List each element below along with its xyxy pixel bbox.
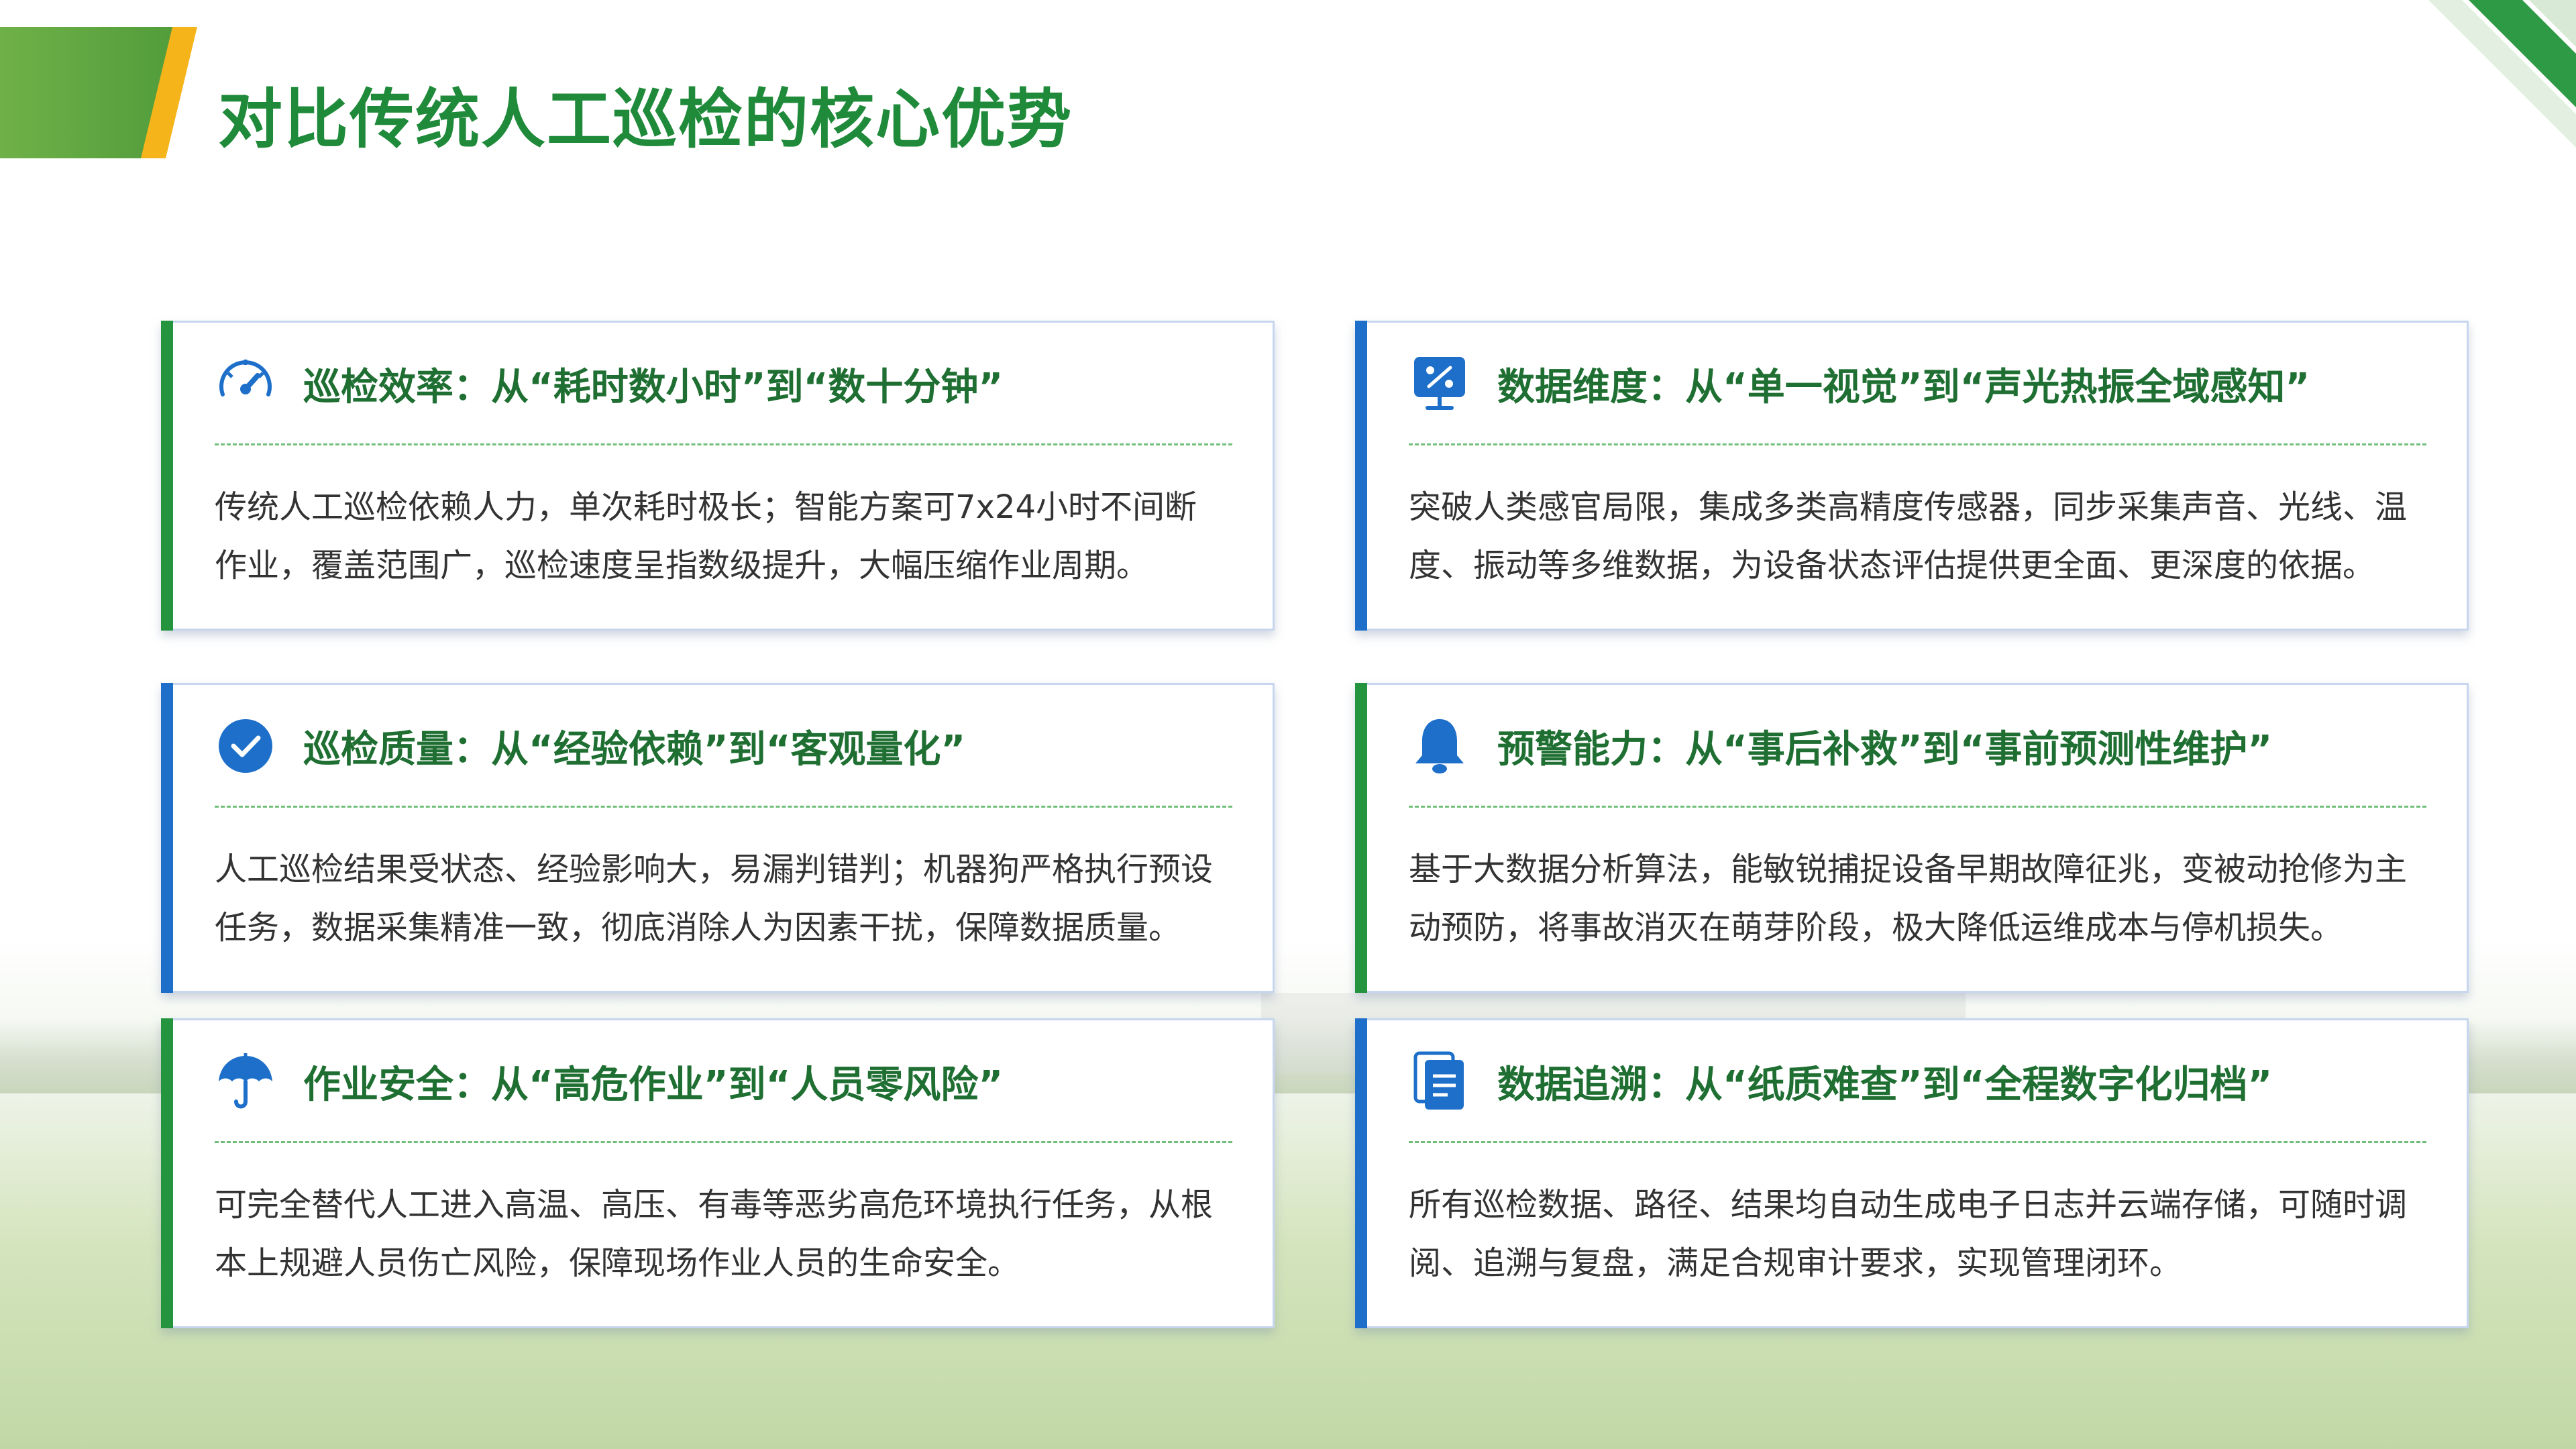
card-title: 数据维度：从“单一视觉”到“声光热振全域感知” bbox=[1497, 365, 2310, 409]
check-circle-icon bbox=[215, 715, 276, 777]
card-header: 数据追溯：从“纸质难查”到“全程数字化归档” bbox=[1409, 1051, 2426, 1112]
card-body: 基于大数据分析算法，能敏锐捕捉设备早期故障征兆，变被动抢修为主动预防，将事故消灭… bbox=[1409, 851, 2408, 947]
card-header: 作业安全：从“高危作业”到“人员零风险” bbox=[215, 1051, 1232, 1112]
card-header: 预警能力：从“事后补救”到“事前预测性维护” bbox=[1409, 716, 2426, 776]
card-title: 数据追溯：从“纸质难查”到“全程数字化归档” bbox=[1497, 1063, 2273, 1107]
divider bbox=[215, 806, 1232, 808]
monitor-chart-icon bbox=[1409, 353, 1470, 415]
speedometer-icon bbox=[215, 353, 276, 415]
divider bbox=[1409, 806, 2426, 808]
card-body: 人工巡检结果受状态、经验影响大，易漏判错判；机器狗严格执行预设任务，数据采集精准… bbox=[215, 851, 1214, 947]
card-body: 可完全替代人工进入高温、高压、有毒等恶劣高危环境执行任务，从根本上规避人员伤亡风… bbox=[215, 1186, 1214, 1282]
card-header: 数据维度：从“单一视觉”到“声光热振全域感知” bbox=[1409, 354, 2426, 414]
card-header: 巡检效率：从“耗时数小时”到“数十分钟” bbox=[215, 354, 1232, 414]
divider bbox=[215, 443, 1232, 445]
divider bbox=[1409, 443, 2426, 445]
corner-decoration bbox=[2428, 0, 2576, 148]
card-title: 巡检质量：从“经验依赖”到“客观量化” bbox=[303, 727, 966, 771]
card-safety: 作业安全：从“高危作业”到“人员零风险” 可完全替代人工进入高温、高压、有毒等恶… bbox=[161, 1018, 1275, 1328]
card-early-warning: 预警能力：从“事后补救”到“事前预测性维护” 基于大数据分析算法，能敏锐捕捉设备… bbox=[1355, 683, 2469, 993]
card-traceability: 数据追溯：从“纸质难查”到“全程数字化归档” 所有巡检数据、路径、结果均自动生成… bbox=[1355, 1018, 2469, 1328]
document-icon bbox=[1409, 1051, 1470, 1112]
divider bbox=[1409, 1141, 2426, 1143]
card-quality: 巡检质量：从“经验依赖”到“客观量化” 人工巡检结果受状态、经验影响大，易漏判错… bbox=[161, 683, 1275, 993]
card-body: 所有巡检数据、路径、结果均自动生成电子日志并云端存储，可随时调阅、追溯与复盘，满… bbox=[1409, 1186, 2408, 1282]
divider bbox=[215, 1141, 1232, 1143]
card-body: 传统人工巡检依赖人力，单次耗时极长；智能方案可7x24小时不间断作业，覆盖范围广… bbox=[215, 488, 1197, 584]
card-header: 巡检质量：从“经验依赖”到“客观量化” bbox=[215, 716, 1232, 776]
page-title: 对比传统人工巡检的核心优势 bbox=[218, 82, 1073, 157]
card-title: 作业安全：从“高危作业”到“人员零风险” bbox=[303, 1063, 1004, 1107]
umbrella-icon bbox=[215, 1051, 276, 1112]
card-title: 预警能力：从“事后补救”到“事前预测性维护” bbox=[1497, 727, 2273, 771]
card-efficiency: 巡检效率：从“耗时数小时”到“数十分钟” 传统人工巡检依赖人力，单次耗时极长；智… bbox=[161, 321, 1275, 631]
card-data-dimension: 数据维度：从“单一视觉”到“声光热振全域感知” 突破人类感官局限，集成多类高精度… bbox=[1355, 321, 2469, 631]
card-body: 突破人类感官局限，集成多类高精度传感器，同步采集声音、光线、温度、振动等多维数据… bbox=[1409, 488, 2408, 584]
bell-icon bbox=[1409, 715, 1470, 777]
card-title: 巡检效率：从“耗时数小时”到“数十分钟” bbox=[303, 365, 1004, 409]
